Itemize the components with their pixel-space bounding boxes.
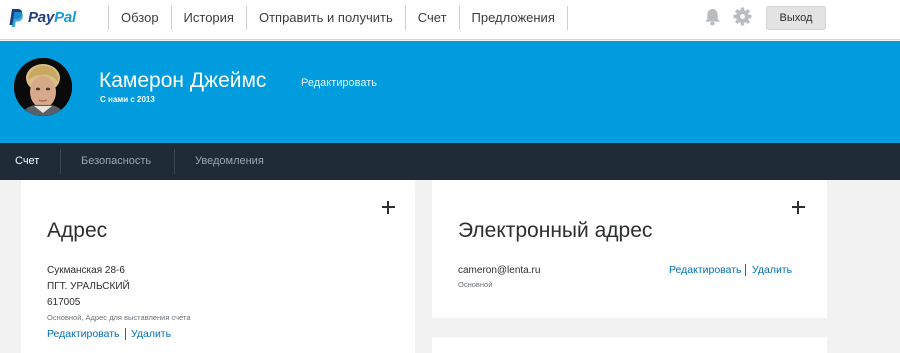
paypal-wordmark: PayPal bbox=[28, 9, 77, 26]
profile-header: Камерон Джеймс Редактировать С нами с 20… bbox=[0, 41, 900, 143]
edit-email-link[interactable]: Редактировать bbox=[669, 264, 742, 277]
email-card: Электронный адрес cameron@lenta.ru Основ… bbox=[432, 180, 827, 318]
tab-divider bbox=[60, 149, 61, 174]
settings-tabs: Счет Безопасность Уведомления bbox=[0, 143, 900, 180]
nav-item-offers[interactable]: Предложения bbox=[458, 6, 568, 30]
nav-item-account[interactable]: Счет bbox=[404, 6, 459, 30]
delete-address-link[interactable]: Удалить bbox=[131, 328, 171, 341]
edit-address-link[interactable]: Редактировать bbox=[47, 328, 120, 341]
avatar-photo bbox=[14, 58, 72, 116]
gear-icon[interactable] bbox=[733, 7, 752, 26]
email-address: cameron@lenta.ru bbox=[458, 265, 541, 276]
profile-name: Камерон Джеймс bbox=[99, 69, 267, 92]
top-navigation-bar: PayPal Обзор История Отправить и получит… bbox=[0, 0, 900, 40]
main-menu: Обзор История Отправить и получить Счет … bbox=[108, 6, 568, 30]
bell-icon[interactable] bbox=[704, 8, 721, 26]
paypal-logo[interactable]: PayPal bbox=[8, 8, 100, 28]
nav-item-history[interactable]: История bbox=[170, 6, 246, 30]
avatar[interactable] bbox=[14, 58, 72, 116]
member-since: С нами с 2013 bbox=[100, 95, 155, 104]
address-title: Адрес bbox=[47, 219, 108, 242]
address-line-city: ПГТ. УРАЛЬСКИЙ bbox=[47, 281, 130, 292]
logout-button[interactable]: Выход bbox=[766, 6, 826, 30]
email-title: Электронный адрес bbox=[458, 219, 653, 242]
address-line-postcode: 617005 bbox=[47, 297, 81, 308]
nav-item-overview[interactable]: Обзор bbox=[108, 6, 171, 30]
nav-item-send-receive[interactable]: Отправить и получить bbox=[245, 6, 405, 30]
tab-notifications[interactable]: Уведомления bbox=[195, 143, 264, 180]
add-email-button[interactable] bbox=[792, 201, 805, 214]
add-address-button[interactable] bbox=[382, 201, 395, 214]
delete-email-link[interactable]: Удалить bbox=[752, 264, 792, 277]
tab-security[interactable]: Безопасность bbox=[81, 143, 151, 180]
next-card bbox=[432, 337, 827, 353]
address-card: Адрес Сукманская 28-6 ПГТ. УРАЛЬСКИЙ 617… bbox=[21, 180, 415, 353]
action-divider bbox=[745, 264, 746, 276]
tab-divider bbox=[174, 149, 175, 174]
email-type-note: Основной bbox=[458, 280, 493, 289]
address-type-note: Основной, Адрес для выставления счета bbox=[47, 313, 191, 322]
action-divider bbox=[125, 328, 126, 340]
address-line-street: Сукманская 28-6 bbox=[47, 265, 125, 276]
paypal-logo-icon bbox=[9, 9, 23, 27]
tab-account[interactable]: Счет bbox=[15, 143, 39, 180]
edit-profile-link[interactable]: Редактировать bbox=[301, 76, 377, 90]
